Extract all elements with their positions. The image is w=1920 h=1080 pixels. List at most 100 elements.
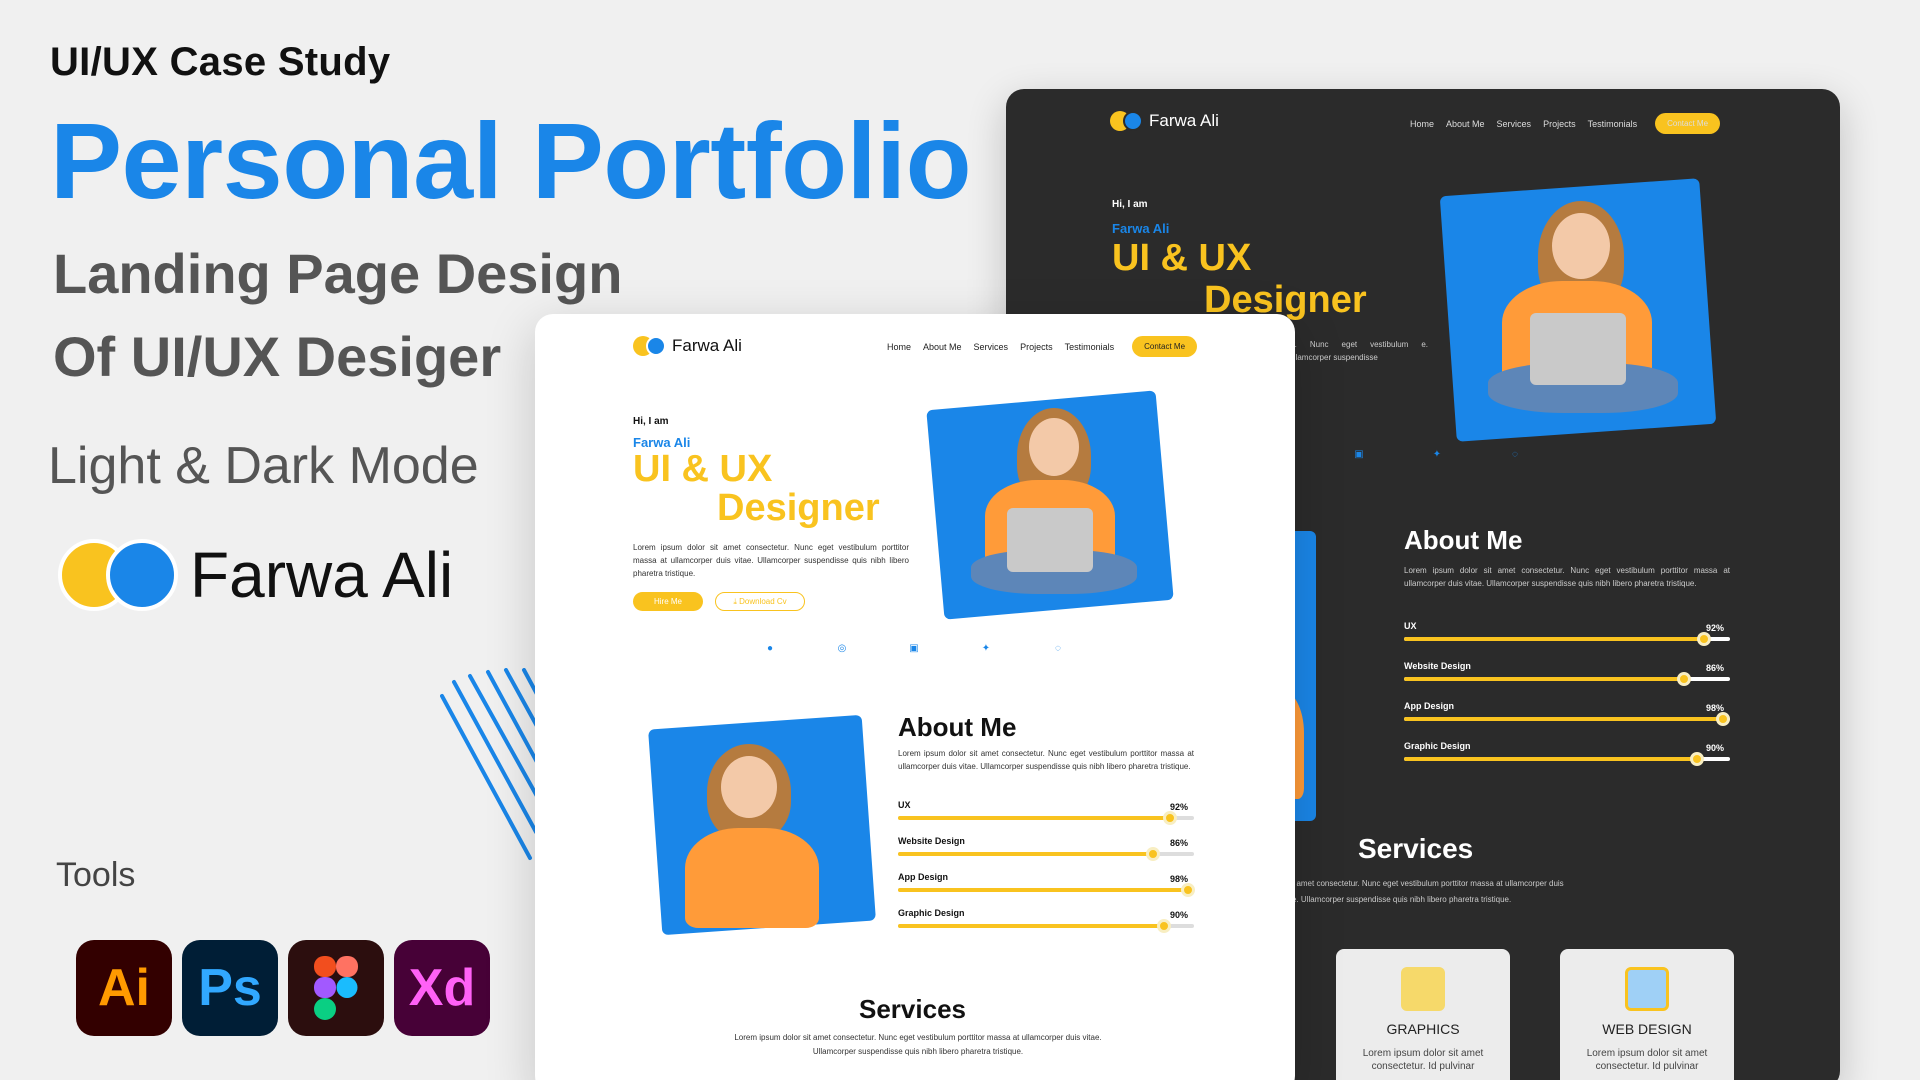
skill-label: Graphic Design — [1404, 741, 1471, 751]
light-mode-mockup: Farwa Ali Home About Me Services Project… — [535, 314, 1295, 1080]
skill-slider-handle[interactable] — [1716, 712, 1731, 726]
hero-greeting: Hi, I am — [633, 416, 669, 427]
nav-bar: Home About Me Services Projects Testimon… — [1398, 113, 1721, 134]
services-paragraph: Lorem ipsum dolor sit amet consectetur. … — [734, 1033, 1102, 1056]
tools-row: Ai Ps Xd — [76, 940, 490, 1036]
skill-slider-handle[interactable] — [1181, 883, 1196, 897]
subtitle-line-1: Landing Page Design — [53, 242, 623, 305]
skills-list: UX 92% Website Design 86% App Design 98%… — [898, 800, 1196, 944]
about-paragraph: Lorem ipsum dolor sit amet consectetur. … — [898, 749, 1194, 771]
skill-track — [898, 847, 1194, 861]
hero-paragraph: ur. Nunc eget vestibulum e. Ullamcorper … — [1288, 340, 1428, 362]
site-logo[interactable]: Farwa Ali — [1110, 111, 1219, 131]
nav-testimonials[interactable]: Testimonials — [1065, 342, 1115, 352]
skill-row: Website Design 86% — [898, 836, 1194, 872]
skill-label: UX — [898, 800, 911, 810]
skill-slider-handle[interactable] — [1157, 919, 1172, 933]
logo-blue-dot-icon — [646, 336, 666, 356]
hero-role-line-2: Designer — [717, 487, 880, 529]
skill-slider-handle[interactable] — [1163, 811, 1178, 825]
decorative-stripes — [440, 668, 540, 860]
case-study-label: UI/UX Case Study — [50, 40, 391, 84]
download-cv-button[interactable]: ⤓ Download Cv — [715, 592, 805, 611]
logo-name: Farwa Ali — [672, 336, 742, 355]
services-title: Services — [859, 994, 966, 1024]
brand-name: Farwa Ali — [190, 539, 454, 611]
mode-label: Light & Dark Mode — [48, 437, 479, 495]
skill-track — [898, 883, 1196, 897]
graphics-icon — [1401, 967, 1445, 1011]
skill-percent: 86% — [1169, 838, 1188, 848]
skill-label: Website Design — [898, 836, 965, 846]
services-title: Services — [1358, 833, 1474, 864]
illustrator-icon: Ai — [76, 940, 172, 1036]
nav-services[interactable]: Services — [1497, 119, 1532, 129]
service-card-desc: Lorem ipsum dolor sit amet consectetur. … — [1586, 1048, 1708, 1072]
instagram-icon[interactable]: ◎ — [835, 641, 849, 655]
hero-greeting: Hi, I am — [1112, 199, 1148, 210]
linkedin-icon[interactable]: ▣ — [1352, 447, 1366, 461]
contact-me-button[interactable]: Contact Me — [1132, 336, 1198, 357]
web-design-icon — [1625, 967, 1669, 1011]
nav-projects[interactable]: Projects — [1543, 119, 1576, 129]
contact-me-button[interactable]: Contact Me — [1655, 113, 1721, 134]
brand-logo: Farwa Ali — [58, 538, 453, 612]
skill-row: UX 92% — [898, 800, 1194, 836]
nav-about[interactable]: About Me — [923, 342, 962, 352]
social-links: ◎ ▣ ✦ ◌ — [1274, 447, 1522, 461]
nav-testimonials[interactable]: Testimonials — [1588, 119, 1638, 129]
skills-list: UX 92% Website Design 86% App Design 98%… — [1404, 621, 1731, 781]
service-card-graphics[interactable]: GRAPHICS Lorem ipsum dolor sit amet cons… — [1336, 949, 1510, 1080]
skill-percent: 86% — [1705, 663, 1724, 673]
headline: Personal Portfolio — [50, 100, 972, 221]
nav-bar: Home About Me Services Projects Testimon… — [875, 336, 1198, 357]
hero-photo — [1448, 187, 1708, 433]
services-paragraph-1: t amet consectetur. Nunc eget vestibulum… — [1292, 879, 1564, 888]
skill-slider-handle[interactable] — [1145, 847, 1160, 861]
twitter-icon[interactable]: ✦ — [979, 641, 993, 655]
hero-photo — [935, 400, 1165, 610]
skill-track — [1404, 672, 1730, 686]
xd-icon: Xd — [394, 940, 490, 1036]
skill-percent: 92% — [1705, 623, 1724, 633]
skill-label: UX — [1404, 621, 1417, 631]
nav-about[interactable]: About Me — [1446, 119, 1485, 129]
whatsapp-icon[interactable]: ◌ — [1051, 641, 1065, 655]
site-logo[interactable]: Farwa Ali — [633, 336, 742, 356]
hero-role-line-1: UI & UX — [633, 448, 773, 490]
service-card-title: WEB DESIGN — [1602, 1021, 1692, 1037]
nav-projects[interactable]: Projects — [1020, 342, 1053, 352]
skill-slider-handle[interactable] — [1690, 752, 1705, 766]
about-paragraph: Lorem ipsum dolor sit amet consectetur. … — [1404, 566, 1730, 588]
linkedin-icon[interactable]: ▣ — [907, 641, 921, 655]
blue-circle-icon — [106, 539, 178, 611]
nav-home[interactable]: Home — [887, 342, 911, 352]
service-card-title: GRAPHICS — [1386, 1021, 1460, 1037]
about-photo — [655, 722, 869, 928]
about-title: About Me — [898, 712, 1017, 742]
skill-slider-handle[interactable] — [1677, 672, 1692, 686]
facebook-icon[interactable]: ● — [763, 641, 777, 655]
whatsapp-icon[interactable]: ◌ — [1508, 447, 1522, 461]
skill-track — [1404, 752, 1730, 766]
skill-track — [898, 919, 1194, 933]
service-card-web-design[interactable]: WEB DESIGN Lorem ipsum dolor sit amet co… — [1560, 949, 1734, 1080]
twitter-icon[interactable]: ✦ — [1430, 447, 1444, 461]
hire-me-button[interactable]: Hire Me — [633, 592, 703, 611]
skill-slider-handle[interactable] — [1696, 632, 1711, 646]
skill-track — [1404, 712, 1731, 726]
skill-row: Graphic Design 90% — [1404, 741, 1730, 781]
skill-row: Graphic Design 90% — [898, 908, 1194, 944]
nav-services[interactable]: Services — [974, 342, 1009, 352]
skill-percent: 90% — [1705, 743, 1724, 753]
skill-label: Website Design — [1404, 661, 1471, 671]
hero-paragraph: Lorem ipsum dolor sit amet consectetur. … — [633, 543, 909, 578]
figma-icon — [288, 940, 384, 1036]
skill-label: App Design — [898, 872, 949, 882]
service-card-desc: Lorem ipsum dolor sit amet consectetur. … — [1362, 1048, 1484, 1072]
hero-role-line-1: UI & UX — [1112, 237, 1252, 279]
about-title: About Me — [1404, 525, 1523, 555]
skill-row: UX 92% — [1404, 621, 1730, 661]
logo-name: Farwa Ali — [1149, 111, 1219, 130]
nav-home[interactable]: Home — [1410, 119, 1434, 129]
